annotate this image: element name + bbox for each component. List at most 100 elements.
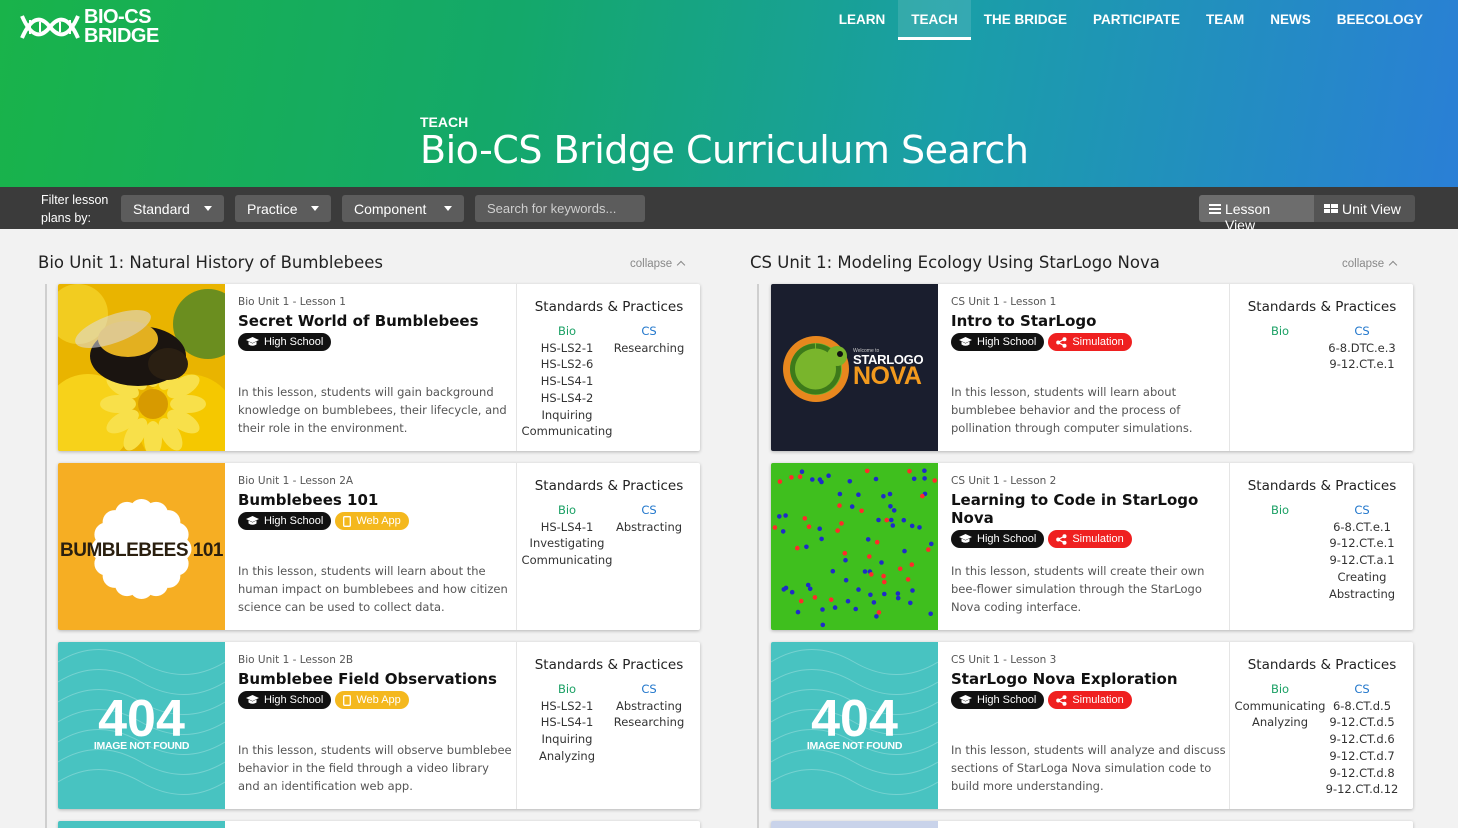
lesson-view-button[interactable]: Lesson View <box>1199 195 1314 233</box>
badge-label: High School <box>264 336 324 348</box>
lesson-title[interactable]: Learning to Code in StarLogo Nova <box>951 491 1226 527</box>
badge-high-school[interactable]: High School <box>951 333 1045 351</box>
cs-standard-item: 9-12.CT.d.12 <box>1325 782 1399 797</box>
cs-standard-item: 9-12.CT.d.8 <box>1329 765 1395 780</box>
cs-unit-collapse-button[interactable]: collapse <box>1342 258 1398 270</box>
nav-team[interactable]: TEAM <box>1193 0 1257 40</box>
nav-the-bridge[interactable]: THE BRIDGE <box>971 0 1080 40</box>
bumblebee-photo <box>58 284 225 451</box>
nav-news[interactable]: NEWS <box>1257 0 1324 40</box>
cs-standard-item: 6-8.DTC.e.3 <box>1328 340 1396 355</box>
badge-simulation[interactable]: Simulation <box>1048 691 1132 709</box>
bio-unit-heading: Bio Unit 1: Natural History of Bumblebee… <box>38 253 384 272</box>
lesson-title[interactable]: Bumblebees 101 <box>238 491 513 509</box>
standards-practices-title: Standards & Practices <box>534 478 684 494</box>
cs-standard-item: Researching <box>613 340 685 355</box>
bio-standard-item: Communicating <box>1234 698 1326 713</box>
lesson-thumbnail[interactable]: 404 IMAGE NOT FOUND <box>58 642 225 809</box>
cs-header: CS <box>641 324 657 338</box>
unit-view-label: Unit View <box>1342 201 1401 217</box>
cs-standard-item: Abstracting <box>615 519 683 534</box>
graduation-cap-icon <box>959 695 972 705</box>
standard-dropdown[interactable]: Standard <box>121 195 224 222</box>
cs-standard-item: Researching <box>613 715 685 730</box>
bio-standard-item: HS-LS4-1 <box>540 519 594 534</box>
badge-label: Simulation <box>1072 694 1124 706</box>
cs-standards-list: CS 6-8.CT.e.1 9-12.CT.e.1 9-12.CT.a.1 Creati… <box>1316 502 1408 602</box>
image-not-found-text: IMAGE NOT FOUND <box>806 740 903 752</box>
badge-web-app[interactable]: Web App <box>335 512 409 530</box>
cs-header: CS <box>641 503 657 517</box>
lesson-card-partial[interactable] <box>58 821 700 828</box>
lesson-description: In this lesson, students will learn abou… <box>238 564 508 614</box>
component-dropdown[interactable]: Component <box>342 195 464 222</box>
lesson-title[interactable]: Intro to StarLogo <box>951 312 1226 330</box>
badge-label: High School <box>977 336 1037 348</box>
lesson-card[interactable]: 404 IMAGE NOT FOUND CS Unit 1 - Lesson 3… <box>771 642 1413 809</box>
bio-standards-list: Bio <box>1234 502 1326 519</box>
bio-standard-item: Analyzing <box>1251 715 1309 730</box>
share-icon <box>1056 533 1067 545</box>
cs-header: CS <box>1354 682 1370 696</box>
lesson-kicker: Bio Unit 1 - Lesson 2A <box>238 475 354 487</box>
nav-beecology[interactable]: BEECOLOGY <box>1324 0 1436 40</box>
badge-label: High School <box>264 515 324 527</box>
hero-banner: BIO-CS BRIDGE LEARN TEACH THE BRIDGE PAR… <box>0 0 1458 187</box>
practice-dropdown[interactable]: Practice <box>235 195 331 222</box>
filter-bar: Filter lesson plans by: Standard Practic… <box>0 187 1458 233</box>
lesson-card[interactable]: CS Unit 1 - Lesson 2 Learning to Code in… <box>771 463 1413 630</box>
lesson-title[interactable]: Secret World of Bumblebees <box>238 312 513 330</box>
lesson-kicker: CS Unit 1 - Lesson 2 <box>951 475 1057 487</box>
badge-high-school[interactable]: High School <box>238 333 332 351</box>
share-icon <box>1056 694 1067 706</box>
keyword-search-input[interactable] <box>475 195 645 222</box>
badge-high-school[interactable]: High School <box>238 512 332 530</box>
badge-high-school[interactable]: High School <box>951 530 1045 548</box>
nav-learn[interactable]: LEARN <box>826 0 899 40</box>
bio-standard-item: HS-LS4-2 <box>540 390 594 405</box>
lesson-info: Bio Unit 1 - Lesson 2B Bumblebee Field O… <box>238 654 513 709</box>
nav-participate[interactable]: PARTICIPATE <box>1080 0 1193 40</box>
lesson-thumbnail[interactable] <box>58 284 225 451</box>
lesson-badges: High School Simulation <box>951 691 1226 709</box>
practice-dropdown-label: Practice <box>247 201 298 217</box>
lesson-thumbnail[interactable]: 404 IMAGE NOT FOUND <box>771 642 938 809</box>
bio-standard-item: Communicating <box>521 424 613 439</box>
bio-unit-collapse-button[interactable]: collapse <box>630 258 686 270</box>
lesson-badges: High School Web App <box>238 691 513 709</box>
lesson-description: In this lesson, students will analyze an… <box>951 743 1226 793</box>
page-title: Bio-CS Bridge Curriculum Search <box>420 128 1029 172</box>
lesson-title[interactable]: Bumblebee Field Observations <box>238 670 513 688</box>
lesson-card[interactable]: Welcome to STARLOGO NOVA CS Unit 1 - Les… <box>771 284 1413 451</box>
unit-view-button[interactable]: Unit View <box>1314 195 1415 222</box>
lesson-card[interactable]: BUMBLEBEES 101 Bio Unit 1 - Lesson 2A Bu… <box>58 463 700 630</box>
lesson-card[interactable]: 404 IMAGE NOT FOUND Bio Unit 1 - Lesson … <box>58 642 700 809</box>
bio-standard-item: HS-LS4-1 <box>540 715 594 730</box>
badge-simulation[interactable]: Simulation <box>1048 333 1132 351</box>
site-logo[interactable]: BIO-CS BRIDGE <box>20 7 159 46</box>
graduation-cap-icon <box>246 516 259 526</box>
caret-down-icon <box>444 206 452 211</box>
list-icon <box>1209 204 1221 214</box>
filter-label-line1: Filter lesson <box>41 193 109 207</box>
graduation-cap-icon <box>959 337 972 347</box>
lesson-badges: High School <box>238 333 513 351</box>
badge-simulation[interactable]: Simulation <box>1048 530 1132 548</box>
bio-standard-item: Inquiring <box>541 732 593 747</box>
badge-web-app[interactable]: Web App <box>335 691 409 709</box>
lesson-thumbnail[interactable]: Welcome to STARLOGO NOVA <box>771 284 938 451</box>
filter-label-line2: plans by: <box>41 211 92 225</box>
lesson-card-partial[interactable] <box>771 821 1413 828</box>
filter-label: Filter lesson plans by: <box>41 191 108 227</box>
cs-unit-timeline <box>757 284 759 828</box>
nav-teach[interactable]: TEACH <box>898 0 971 40</box>
badge-label: High School <box>977 694 1037 706</box>
lesson-thumbnail[interactable] <box>771 463 938 630</box>
mobile-icon <box>343 515 352 527</box>
lesson-thumbnail[interactable]: BUMBLEBEES 101 <box>58 463 225 630</box>
badge-high-school[interactable]: High School <box>951 691 1045 709</box>
badge-high-school[interactable]: High School <box>238 691 332 709</box>
cs-standard-item: Creating <box>1337 569 1387 584</box>
lesson-title[interactable]: StarLogo Nova Exploration <box>951 670 1226 688</box>
lesson-card[interactable]: Bio Unit 1 - Lesson 1 Secret World of Bu… <box>58 284 700 451</box>
